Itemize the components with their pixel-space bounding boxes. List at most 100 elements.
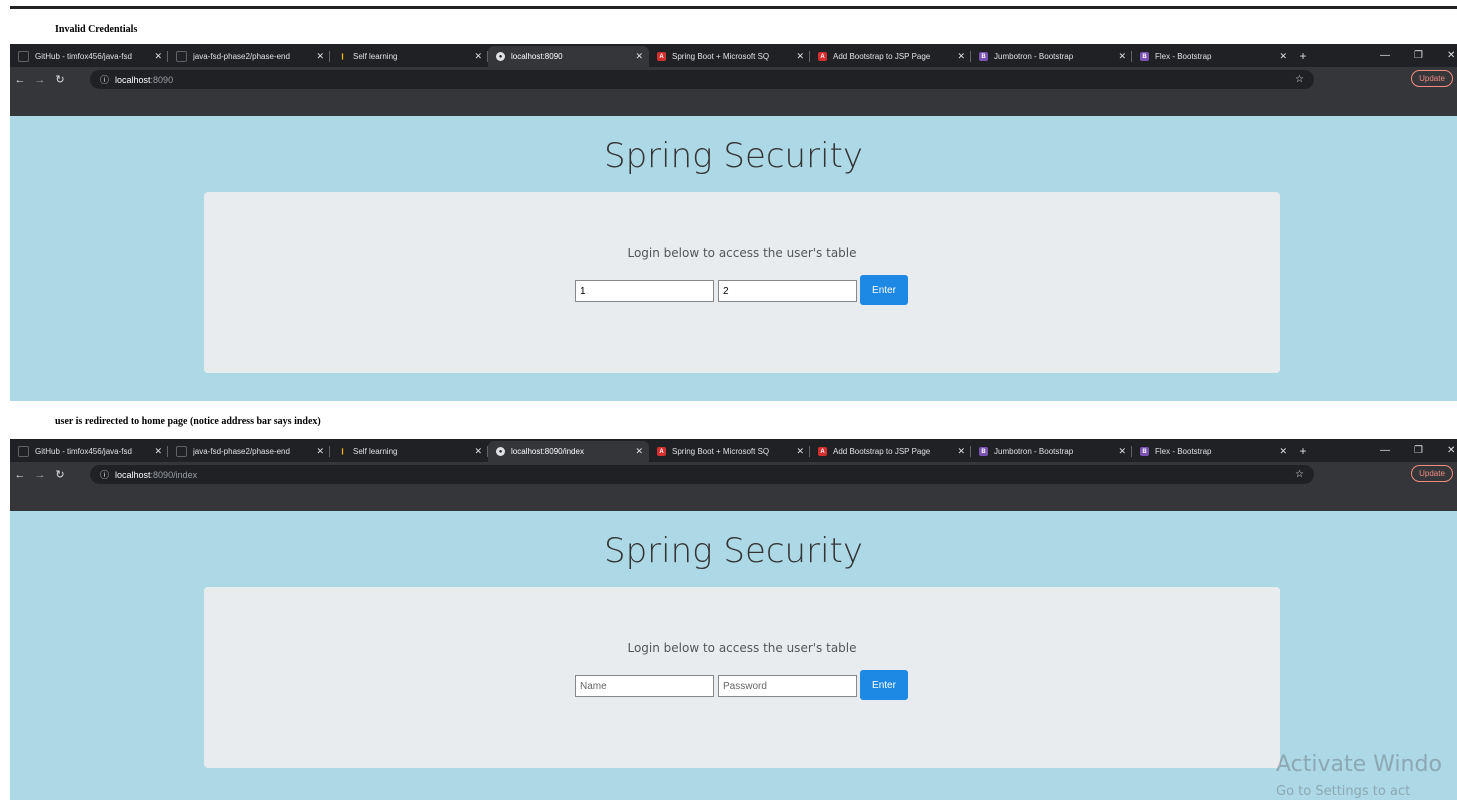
tab-strip: GitHub - timfox456/java-fsd ✕ java-fsd-pha…	[10, 439, 1457, 462]
tab-close-icon[interactable]: ✕	[796, 51, 804, 62]
globe-icon: ●	[496, 52, 505, 61]
page-title: Spring Security	[604, 136, 863, 176]
forward-icon[interactable]: →	[30, 469, 50, 481]
minimize-icon[interactable]: —	[1380, 445, 1390, 456]
tab-close-icon[interactable]: ✕	[1118, 446, 1126, 457]
top-divider	[10, 6, 1457, 9]
bookmark-star-icon[interactable]: ☆	[1295, 469, 1304, 480]
github-icon	[18, 51, 29, 62]
browser-tab[interactable]: ● localhost:8090 ✕	[488, 46, 649, 67]
browser-tab[interactable]: A Add Bootstrap to JSP Page ✕	[810, 441, 971, 462]
jumbotron: Login below to access the user's table En…	[204, 192, 1280, 373]
minimize-icon[interactable]: —	[1380, 50, 1390, 61]
close-window-icon[interactable]: ✕	[1447, 445, 1455, 456]
name-input[interactable]	[575, 280, 714, 302]
back-icon[interactable]: ←	[10, 74, 30, 86]
browser-tab[interactable]: java-fsd-phase2/phase-end ✕	[168, 441, 330, 462]
tab-close-icon[interactable]: ✕	[316, 446, 324, 457]
tab-close-icon[interactable]: ✕	[635, 446, 643, 457]
forward-icon[interactable]: →	[30, 74, 50, 86]
window-controls: — ❐ ✕	[1380, 439, 1455, 462]
browser-tab[interactable]: GitHub - timfox456/java-fsd ✕	[10, 46, 168, 67]
browser-tab[interactable]: ● localhost:8090/index ✕	[488, 441, 649, 462]
restore-icon[interactable]: ❐	[1414, 445, 1423, 456]
browser-tab[interactable]: A Add Bootstrap to JSP Page ✕	[810, 46, 971, 67]
address-bar[interactable]: ⓘ localhost:8090 ☆	[90, 70, 1314, 89]
github-icon	[176, 51, 187, 62]
tab-title: localhost:8090/index	[511, 447, 584, 456]
password-input[interactable]	[718, 675, 857, 697]
tab-strip: GitHub - timfox456/java-fsd ✕ java-fsd-pha…	[10, 44, 1457, 67]
browser-tab[interactable]: GitHub - timfox456/java-fsd ✕	[10, 441, 168, 462]
url-text: localhost:8090/index	[115, 470, 197, 480]
browser-tab[interactable]: B Flex - Bootstrap ✕	[1132, 441, 1293, 462]
tab-title: Jumbotron - Bootstrap	[994, 52, 1074, 61]
window-controls: — ❐ ✕	[1380, 44, 1455, 67]
reload-icon[interactable]: ↻	[50, 468, 70, 481]
bootstrap-icon: B	[979, 52, 988, 61]
bookmark-star-icon[interactable]: ☆	[1295, 74, 1304, 85]
new-tab-button[interactable]: +	[1293, 441, 1313, 462]
enter-button[interactable]: Enter	[860, 275, 908, 305]
update-button[interactable]: Update	[1411, 70, 1453, 87]
password-input[interactable]	[718, 280, 857, 302]
url-path: :8090	[150, 74, 174, 85]
bootstrap-icon: B	[1140, 447, 1149, 456]
tab-title: Self learning	[353, 52, 398, 61]
tab-close-icon[interactable]: ✕	[796, 446, 804, 457]
browser-tab[interactable]: B Jumbotron - Bootstrap ✕	[971, 46, 1132, 67]
tab-close-icon[interactable]: ✕	[474, 446, 482, 457]
tab-title: Self learning	[353, 447, 398, 456]
tab-title: Add Bootstrap to JSP Page	[833, 52, 931, 61]
bootstrap-icon: B	[979, 447, 988, 456]
browser-tab[interactable]: A Spring Boot + Microsoft SQ ✕	[649, 46, 810, 67]
tab-close-icon[interactable]: ✕	[1279, 446, 1287, 457]
bars-icon: ❙	[339, 449, 346, 455]
red-a-icon: A	[818, 447, 827, 456]
enter-button[interactable]: Enter	[860, 670, 908, 700]
browser-tab[interactable]: B Jumbotron - Bootstrap ✕	[971, 441, 1132, 462]
tab-close-icon[interactable]: ✕	[154, 446, 162, 457]
tab-title: Spring Boot + Microsoft SQ	[672, 52, 770, 61]
restore-icon[interactable]: ❐	[1414, 50, 1423, 61]
new-tab-button[interactable]: +	[1293, 46, 1313, 67]
bootstrap-icon: B	[1140, 52, 1149, 61]
browser-screenshot-1: GitHub - timfox456/java-fsd ✕ java-fsd-pha…	[10, 44, 1457, 401]
bookmarks-bar	[10, 487, 1457, 511]
login-instructions: Login below to access the user's table	[627, 641, 857, 655]
github-icon	[18, 446, 29, 457]
name-input[interactable]	[575, 675, 714, 697]
browser-tab[interactable]: B Flex - Bootstrap ✕	[1132, 46, 1293, 67]
tab-title: Jumbotron - Bootstrap	[994, 447, 1074, 456]
url-text: localhost:8090	[115, 75, 173, 85]
browser-tab[interactable]: ❙ Self learning ✕	[330, 441, 488, 462]
address-toolbar: ← → ↻ ⓘ localhost:8090/index ☆ Update	[10, 462, 1457, 487]
activate-windows-subtext: Go to Settings to act	[1276, 784, 1411, 799]
reload-icon[interactable]: ↻	[50, 73, 70, 86]
web-page: Spring Security Login below to access the…	[10, 511, 1457, 800]
tab-close-icon[interactable]: ✕	[316, 51, 324, 62]
tab-close-icon[interactable]: ✕	[957, 446, 965, 457]
tab-close-icon[interactable]: ✕	[474, 51, 482, 62]
browser-tab[interactable]: java-fsd-phase2/phase-end ✕	[168, 46, 330, 67]
login-instructions: Login below to access the user's table	[627, 246, 857, 260]
tab-title: java-fsd-phase2/phase-end	[193, 52, 290, 61]
site-info-icon[interactable]: ⓘ	[100, 468, 109, 481]
address-bar[interactable]: ⓘ localhost:8090/index ☆	[90, 465, 1314, 484]
page-title: Spring Security	[604, 531, 863, 571]
tab-close-icon[interactable]: ✕	[1118, 51, 1126, 62]
browser-tab[interactable]: A Spring Boot + Microsoft SQ ✕	[649, 441, 810, 462]
url-host: localhost	[115, 74, 151, 85]
tab-close-icon[interactable]: ✕	[957, 51, 965, 62]
update-button[interactable]: Update	[1411, 465, 1453, 482]
close-window-icon[interactable]: ✕	[1447, 50, 1455, 61]
tab-close-icon[interactable]: ✕	[1279, 51, 1287, 62]
tab-close-icon[interactable]: ✕	[635, 51, 643, 62]
globe-icon: ●	[496, 447, 505, 456]
tab-close-icon[interactable]: ✕	[154, 51, 162, 62]
browser-tab[interactable]: ❙ Self learning ✕	[330, 46, 488, 67]
activate-windows-watermark: Activate Windo	[1276, 752, 1442, 777]
back-icon[interactable]: ←	[10, 469, 30, 481]
tab-title: Spring Boot + Microsoft SQ	[672, 447, 770, 456]
site-info-icon[interactable]: ⓘ	[100, 73, 109, 86]
